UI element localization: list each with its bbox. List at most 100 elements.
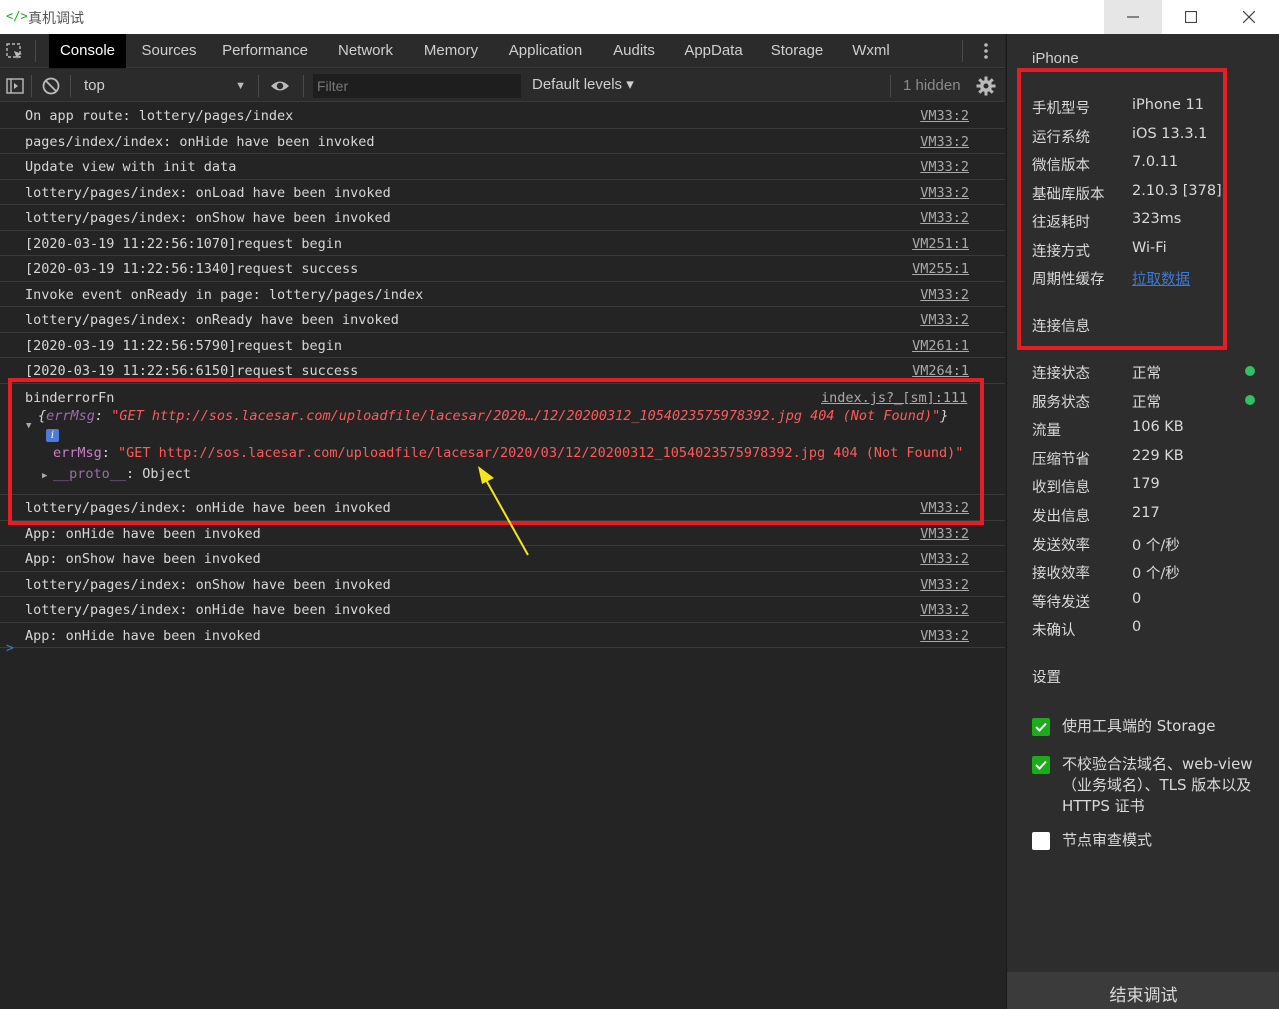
log-row: [2020-03-19 11:22:56:5790]request begin V…: [0, 333, 1005, 358]
minimize-button[interactable]: [1104, 0, 1162, 34]
settings-checkbox[interactable]: [1032, 832, 1050, 850]
devtools-panel: Console Sources Performance Network Memory Ap…: [0, 34, 1005, 1009]
connection-info-key: 流量: [1032, 423, 1061, 440]
connection-info-value: 0 个/秒: [1132, 566, 1180, 583]
log-source-link[interactable]: VM33:2: [920, 108, 969, 124]
log-message: App: onHide have been invoked: [25, 627, 261, 644]
log-row: lottery/pages/index: onReady have been i…: [0, 307, 1005, 333]
log-row: Update view with init data VM33:2: [0, 154, 1005, 180]
inspect-element-icon[interactable]: [6, 43, 24, 61]
tab-memory[interactable]: Memory: [412, 34, 490, 68]
more-options-icon[interactable]: [978, 42, 994, 60]
connection-info-key: 未确认: [1032, 623, 1076, 640]
tab-separator: [962, 40, 963, 62]
connection-info-value: 106 KB: [1132, 419, 1184, 436]
close-button[interactable]: [1220, 0, 1278, 34]
log-source-link[interactable]: VM33:2: [920, 628, 969, 644]
connection-info-value: 0: [1132, 619, 1142, 636]
tab-console[interactable]: Console: [49, 34, 126, 68]
device-title: iPhone: [1032, 50, 1079, 67]
console-prompt-icon[interactable]: >: [6, 641, 14, 656]
console-filterbar: top ▼ Default levels ▾ 1 hidden: [0, 69, 1005, 102]
log-message: pages/index/index: onHide have been invo…: [25, 133, 375, 150]
connection-info-row: 未确认 0: [1032, 619, 1141, 640]
settings-label: 节点审查模式: [1062, 831, 1153, 849]
live-expression-eye-icon[interactable]: [270, 76, 290, 96]
log-source-link[interactable]: VM33:2: [920, 602, 969, 618]
tab-storage[interactable]: Storage: [762, 34, 832, 68]
log-source-link[interactable]: VM33:2: [920, 551, 969, 567]
console-settings-gear-icon[interactable]: [976, 76, 996, 96]
tab-sources[interactable]: Sources: [132, 34, 206, 68]
log-row: lottery/pages/index: onShow have been in…: [0, 205, 1005, 231]
log-row: App: onHide have been invoked VM33:2: [0, 623, 1005, 648]
connection-info-key: 等待发送: [1032, 594, 1090, 611]
connection-info-row: 接收效率 0 个/秒: [1032, 562, 1180, 583]
log-row: On app route: lottery/pages/index VM33:2: [0, 103, 1005, 129]
checkmark-icon: [1035, 760, 1047, 770]
tab-wxml[interactable]: Wxml: [839, 34, 903, 68]
tab-performance[interactable]: Performance: [213, 34, 317, 68]
toolbar-separator: [70, 75, 71, 97]
device-info-sidebar: iPhone 手机型号 iPhone 11 运行系统 iOS 13.3.1 微信版本 7.…: [1006, 34, 1279, 1009]
log-levels-dropdown[interactable]: Default levels ▾: [532, 75, 634, 93]
connection-info-row: 收到信息 179: [1032, 476, 1160, 497]
log-source-link[interactable]: VM261:1: [912, 338, 969, 354]
log-source-link[interactable]: VM255:1: [912, 261, 969, 277]
log-message: Update view with init data: [25, 159, 237, 175]
connection-info-key: 压缩节省: [1032, 451, 1090, 468]
connection-info-key: 连接状态: [1032, 366, 1090, 382]
close-icon: [1243, 11, 1255, 23]
filter-input[interactable]: [313, 74, 521, 98]
show-sidebar-icon[interactable]: [5, 76, 25, 96]
devtools-logo-icon: </>: [6, 9, 28, 23]
log-source-link[interactable]: VM33:2: [920, 526, 969, 542]
connection-info-row: 发出信息 217: [1032, 505, 1160, 526]
tab-application[interactable]: Application: [499, 34, 592, 68]
settings-checkbox[interactable]: [1032, 756, 1050, 774]
connection-info-row: 连接状态 正常: [1032, 362, 1161, 383]
log-source-link[interactable]: VM33:2: [920, 134, 969, 150]
devtools-tabbar: Console Sources Performance Network Memory Ap…: [0, 34, 1005, 68]
maximize-button[interactable]: [1162, 0, 1220, 34]
connection-info-row: 压缩节省 229 KB: [1032, 448, 1184, 469]
log-source-link[interactable]: VM33:2: [920, 210, 969, 226]
clear-console-icon[interactable]: [41, 76, 61, 96]
minimize-icon: [1127, 16, 1139, 18]
log-message: [2020-03-19 11:22:56:5790]request begin: [25, 337, 342, 354]
settings-checkbox[interactable]: [1032, 718, 1050, 736]
end-debug-button[interactable]: 结束调试: [1007, 972, 1279, 1009]
checkmark-icon: [1035, 722, 1047, 732]
log-message: App: onHide have been invoked: [25, 525, 261, 542]
log-message: lottery/pages/index: onHide have been in…: [25, 602, 391, 618]
log-source-link[interactable]: VM33:2: [920, 577, 969, 593]
status-ok-dot-icon: [1245, 366, 1255, 376]
log-message: App: onShow have been invoked: [25, 551, 261, 567]
log-message: lottery/pages/index: onShow have been in…: [25, 210, 391, 226]
status-ok-dot-icon: [1245, 394, 1255, 405]
settings-heading: 设置: [1032, 670, 1061, 686]
settings-label: 不校验合法域名、web-view（业务域名）、TLS 版本以及 HTTPS 证书: [1062, 755, 1253, 815]
log-message: [2020-03-19 11:22:56:6150]request succes…: [25, 363, 359, 379]
settings-label: 使用工具端的 Storage: [1062, 717, 1216, 735]
log-source-link[interactable]: VM33:2: [920, 287, 969, 303]
toolbar-separator: [31, 75, 32, 97]
log-source-link[interactable]: VM33:2: [920, 185, 969, 201]
log-source-link[interactable]: VM33:2: [920, 159, 969, 175]
device-info-highlight-box: [1017, 68, 1227, 350]
context-select[interactable]: top ▼: [76, 73, 252, 99]
tab-audits[interactable]: Audits: [603, 34, 665, 68]
log-source-link[interactable]: VM264:1: [912, 363, 969, 379]
log-source-link[interactable]: VM251:1: [912, 236, 969, 252]
connection-info-key: 接收效率: [1032, 566, 1090, 583]
log-source-link[interactable]: VM33:2: [920, 312, 969, 328]
log-message: lottery/pages/index: onShow have been in…: [25, 576, 391, 593]
log-row: [2020-03-19 11:22:56:1070]request begin V…: [0, 231, 1005, 256]
tab-appdata[interactable]: AppData: [672, 34, 755, 68]
log-message: lottery/pages/index: onLoad have been in…: [25, 184, 391, 201]
connection-info-value: 229 KB: [1132, 447, 1184, 464]
connection-info-key: 服务状态: [1032, 394, 1090, 411]
maximize-icon: [1185, 11, 1197, 23]
tab-network[interactable]: Network: [328, 34, 403, 68]
log-message: [2020-03-19 11:22:56:1340]request succes…: [25, 261, 359, 277]
